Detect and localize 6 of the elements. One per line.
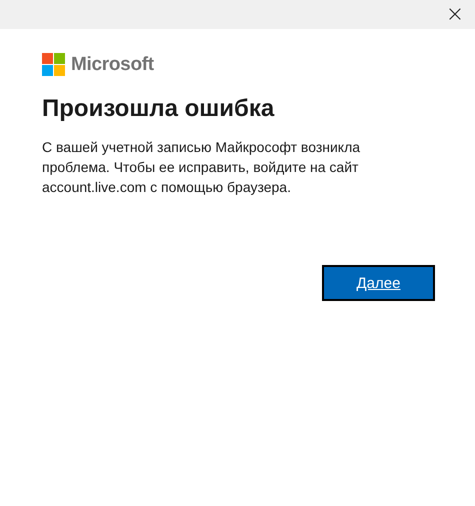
close-button[interactable]: × <box>435 0 475 29</box>
message-text: С вашей учетной записью Майкрософт возникла проблема. Чтобы ее исправить, войдите на сайт account.live.com с помощью браузера. <box>42 138 362 197</box>
logo-icon <box>42 53 65 76</box>
heading: Произошла ошибка <box>42 94 276 124</box>
brand-name: Microsoft <box>71 54 154 76</box>
next-button[interactable]: Далее <box>322 265 435 301</box>
